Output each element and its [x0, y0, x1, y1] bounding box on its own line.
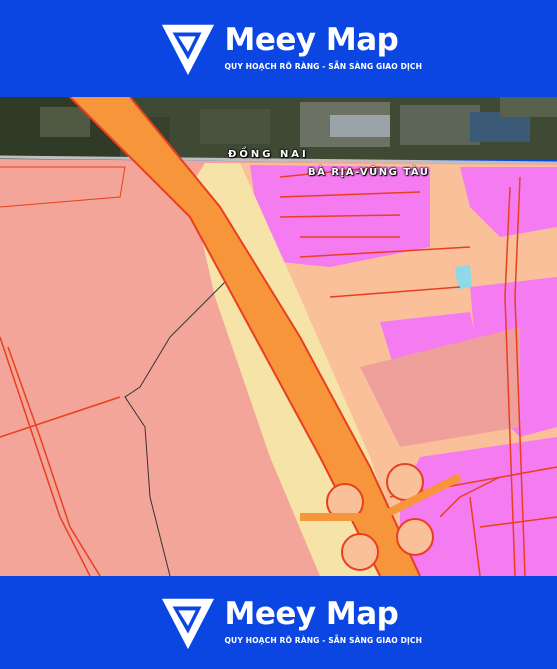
meey-logo-icon [161, 24, 214, 75]
footer-brand-band: Meey Map QUY HOẠCH RÕ RÀNG - SẴN SÀNG GI… [0, 576, 557, 669]
map-canvas[interactable] [0, 97, 557, 576]
brand-lockup: Meey Map QUY HOẠCH RÕ RÀNG - SẴN SÀNG GI… [159, 14, 422, 84]
province-label-north: ĐỒNG NAI [228, 149, 309, 160]
header-brand-band: Meey Map QUY HOẠCH RÕ RÀNG - SẴN SÀNG GI… [0, 0, 557, 97]
planning-map[interactable]: ĐỒNG NAI BÀ RỊA-VŨNG TÀU [0, 97, 557, 576]
province-label-south: BÀ RỊA-VŨNG TÀU [308, 167, 430, 178]
brand-lockup-footer: Meey Map QUY HOẠCH RÕ RÀNG - SẴN SÀNG GI… [159, 588, 422, 658]
brand-name-footer: Meey Map [224, 595, 399, 632]
meey-logo-icon [161, 598, 214, 649]
water-body [455, 265, 472, 289]
urban-block-se [400, 437, 557, 576]
brand-tagline: QUY HOẠCH RÕ RÀNG - SẴN SÀNG GIAO DỊCH [224, 61, 423, 71]
brand-name: Meey Map [224, 21, 399, 58]
brand-tagline-footer: QUY HOẠCH RÕ RÀNG - SẴN SÀNG GIAO DỊCH [224, 635, 423, 645]
